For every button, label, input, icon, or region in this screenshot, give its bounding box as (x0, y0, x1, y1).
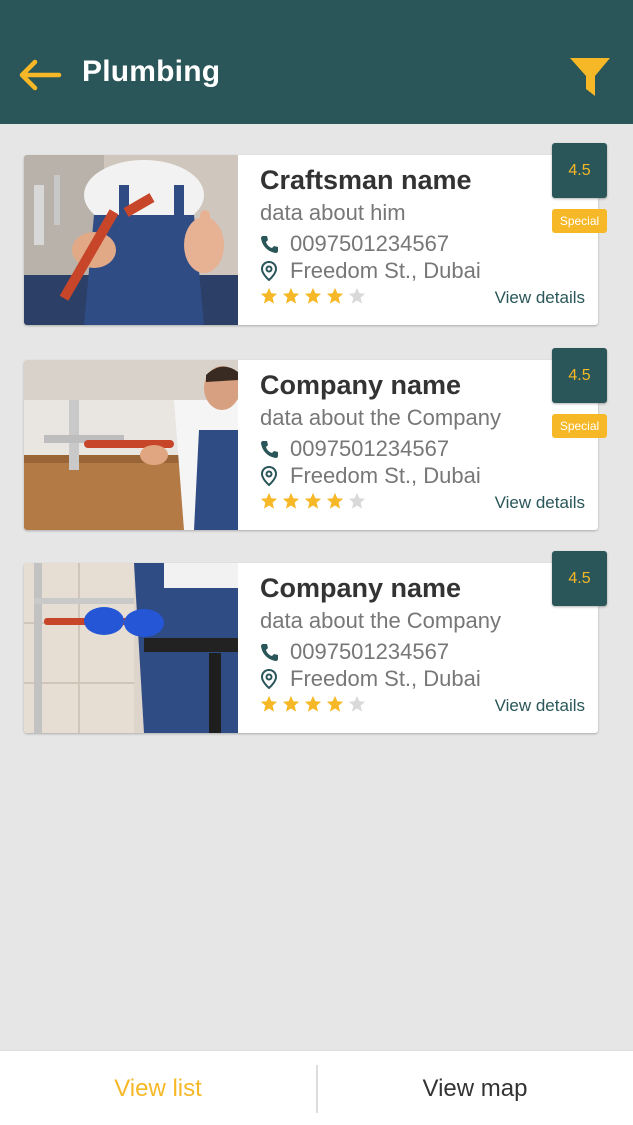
special-badge: Special (552, 209, 607, 233)
phone-number[interactable]: 0097501234567 (290, 231, 449, 257)
star-rating (260, 695, 366, 715)
address: Freedom St., Dubai (290, 463, 481, 488)
location-pin-icon (260, 669, 278, 689)
star-filled-icon (260, 287, 278, 304)
special-badge: Special (552, 414, 607, 438)
star-filled-icon (282, 695, 300, 712)
view-list-tab[interactable]: View list (0, 1051, 316, 1125)
view-map-tab[interactable]: View map (317, 1051, 633, 1125)
company-photo (24, 360, 238, 530)
view-details-link[interactable]: View details (495, 288, 585, 308)
star-filled-icon (304, 287, 322, 304)
star-filled-icon (282, 492, 300, 509)
page-title: Plumbing (82, 55, 221, 88)
location-pin-icon (260, 261, 278, 281)
phone-number[interactable]: 0097501234567 (290, 639, 449, 665)
rating-badge: 4.5 (552, 143, 607, 198)
star-rating (260, 492, 366, 512)
star-filled-icon (282, 287, 300, 304)
company-card[interactable]: Company name data about the Company 0097… (24, 563, 598, 733)
craftsman-name: Craftsman name (260, 165, 472, 195)
address: Freedom St., Dubai (290, 258, 481, 283)
back-button[interactable] (18, 58, 62, 92)
app-header: Plumbing (0, 0, 633, 124)
location-pin-icon (260, 466, 278, 486)
company-name: Company name (260, 573, 462, 603)
star-filled-icon (304, 492, 322, 509)
star-filled-icon (260, 492, 278, 509)
company-description: data about the Company (260, 405, 501, 430)
company-card[interactable]: Company name data about the Company 0097… (24, 360, 598, 530)
phone-icon (261, 644, 278, 661)
filter-icon (570, 58, 610, 96)
address: Freedom St., Dubai (290, 666, 481, 691)
phone-icon (261, 441, 278, 458)
arrow-left-icon (19, 59, 62, 91)
star-filled-icon (260, 695, 278, 712)
filter-button[interactable] (568, 55, 612, 99)
phone-number[interactable]: 0097501234567 (290, 436, 449, 462)
star-empty-icon (348, 695, 366, 712)
company-description: data about the Company (260, 608, 501, 633)
app-screen: Plumbing Craftsman name data about him 0… (0, 0, 633, 1125)
star-filled-icon (326, 287, 344, 304)
bottom-tab-bar: View list View map (0, 1050, 633, 1125)
craftsman-photo (24, 155, 238, 325)
view-details-link[interactable]: View details (495, 493, 585, 513)
craftsman-card[interactable]: Craftsman name data about him 0097501234… (24, 155, 598, 325)
star-filled-icon (304, 695, 322, 712)
rating-badge: 4.5 (552, 348, 607, 403)
star-empty-icon (348, 287, 366, 304)
star-filled-icon (326, 492, 344, 509)
view-details-link[interactable]: View details (495, 696, 585, 716)
star-rating (260, 287, 366, 307)
craftsman-description: data about him (260, 200, 406, 225)
phone-icon (261, 236, 278, 253)
star-filled-icon (326, 695, 344, 712)
company-name: Company name (260, 370, 462, 400)
rating-badge: 4.5 (552, 551, 607, 606)
company-photo (24, 563, 238, 733)
star-empty-icon (348, 492, 366, 509)
